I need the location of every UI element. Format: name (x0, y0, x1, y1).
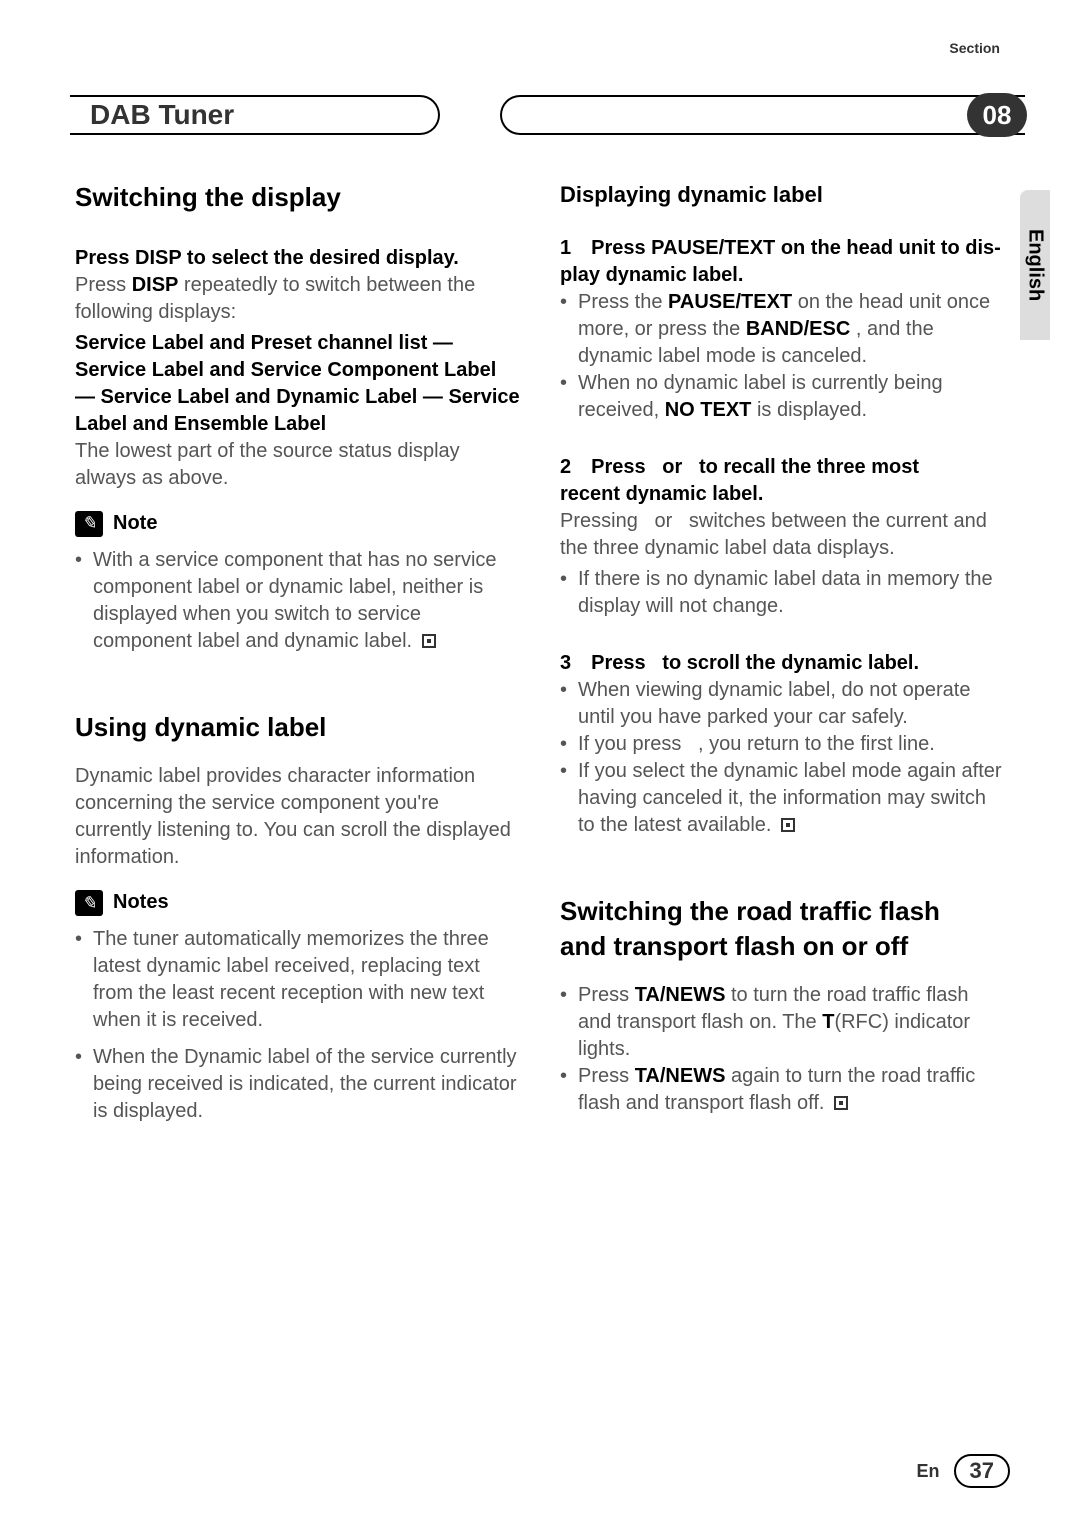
bullet-icon: • (560, 758, 578, 839)
step-1-bullet-2: • When no dynamic label is currently bei… (560, 370, 1005, 424)
step-3-bullet-2: • If you press , you return to the first… (560, 731, 1005, 758)
note-bullet: • With a service component that has no s… (75, 547, 520, 655)
chapter-pill-left: DAB Tuner (70, 95, 440, 135)
bullet-icon: • (75, 1044, 93, 1125)
section-label: Section (949, 40, 1000, 56)
page-footer: En 37 (917, 1454, 1011, 1488)
step-1-line-b: play dynamic label. (560, 262, 1005, 289)
bullet-icon: • (560, 1063, 578, 1117)
content-area: Switching the display Press DISP to sele… (75, 180, 1005, 1125)
pencil-icon: ✎ (75, 511, 103, 537)
bullet-icon: • (75, 547, 93, 655)
chapter-number: 08 (983, 100, 1012, 131)
step-2-line-b: recent dynamic label. (560, 481, 1005, 508)
left-column: Switching the display Press DISP to sele… (75, 180, 520, 1125)
bullet-icon: • (560, 289, 578, 370)
notes-bullet-1: • The tuner automatically memorizes the … (75, 926, 520, 1034)
step-2-b1-body: If there is no dynamic label data in mem… (578, 566, 1005, 620)
heading-traffic-b: and transport flash on or off (560, 929, 1005, 964)
notes-label: Notes (113, 889, 169, 916)
note-header: ✎ Note (75, 510, 520, 537)
step-3-bullet-1: • When viewing dynamic label, do not ope… (560, 677, 1005, 731)
traffic-bullet-1: • Press TA/NEWS to turn the road traffic… (560, 982, 1005, 1063)
step-2-line-a: 2 Press or to recall the three most (560, 454, 1005, 481)
note-body: With a service component that has no ser… (93, 547, 520, 655)
note-label: Note (113, 510, 157, 537)
disp-instruction-bold: Press DISP to select the desired display… (75, 245, 520, 272)
display-sequence: Service Label and Preset channel list — … (75, 330, 520, 438)
heading-traffic-a: Switching the road traffic flash (560, 894, 1005, 929)
chapter-pill-right: 08 (500, 95, 1025, 135)
end-mark-icon (422, 634, 436, 648)
right-column: Displaying dynamic label 1 Press PAUSE/T… (560, 180, 1005, 1125)
step-3-line: 3 Press to scroll the dynamic label. (560, 650, 1005, 677)
footer-lang: En (917, 1461, 940, 1482)
lowest-part-note: The lowest part of the source status dis… (75, 438, 520, 492)
step-1-line-a: 1 Press PAUSE/TEXT on the head unit to d… (560, 235, 1005, 262)
step-1-bullet-1: • Press the PAUSE/TEXT on the head unit … (560, 289, 1005, 370)
step-3-bullet-3: • If you select the dynamic label mode a… (560, 758, 1005, 839)
notes-header: ✎ Notes (75, 889, 520, 916)
heading-switching-display: Switching the display (75, 180, 520, 215)
bullet-icon: • (560, 982, 578, 1063)
step-3-b2-body: If you press , you return to the first l… (578, 731, 935, 758)
disp-instruction-body: Press DISP repeatedly to switch between … (75, 272, 520, 326)
bullet-icon: • (75, 926, 93, 1034)
traffic-bullet-2: • Press TA/NEWS again to turn the road t… (560, 1063, 1005, 1117)
heading-using-dynamic: Using dynamic label (75, 710, 520, 745)
end-mark-icon (834, 1096, 848, 1110)
language-tab-label: English (1024, 229, 1047, 301)
using-dynamic-body: Dynamic label provides character informa… (75, 763, 520, 871)
step-2-bullet-1: • If there is no dynamic label data in m… (560, 566, 1005, 620)
bullet-icon: • (560, 731, 578, 758)
pencil-icon: ✎ (75, 890, 103, 916)
chapter-number-badge: 08 (967, 93, 1027, 137)
bullet-icon: • (560, 677, 578, 731)
language-tab: English (1020, 190, 1050, 340)
heading-displaying-dynamic: Displaying dynamic label (560, 180, 1005, 210)
step-2-body: Pressing or switches between the current… (560, 508, 1005, 562)
notes-bullet-2: • When the Dynamic label of the service … (75, 1044, 520, 1125)
step-3-b1-body: When viewing dynamic label, do not opera… (578, 677, 1005, 731)
chapter-title: DAB Tuner (90, 99, 234, 131)
bullet-icon: • (560, 566, 578, 620)
page-number-badge: 37 (954, 1454, 1010, 1488)
notes-1-body: The tuner automatically memorizes the th… (93, 926, 520, 1034)
page-header: Section DAB Tuner 08 (0, 40, 1080, 100)
notes-2-body: When the Dynamic label of the service cu… (93, 1044, 520, 1125)
bullet-icon: • (560, 370, 578, 424)
page-number: 37 (970, 1458, 994, 1483)
end-mark-icon (781, 818, 795, 832)
